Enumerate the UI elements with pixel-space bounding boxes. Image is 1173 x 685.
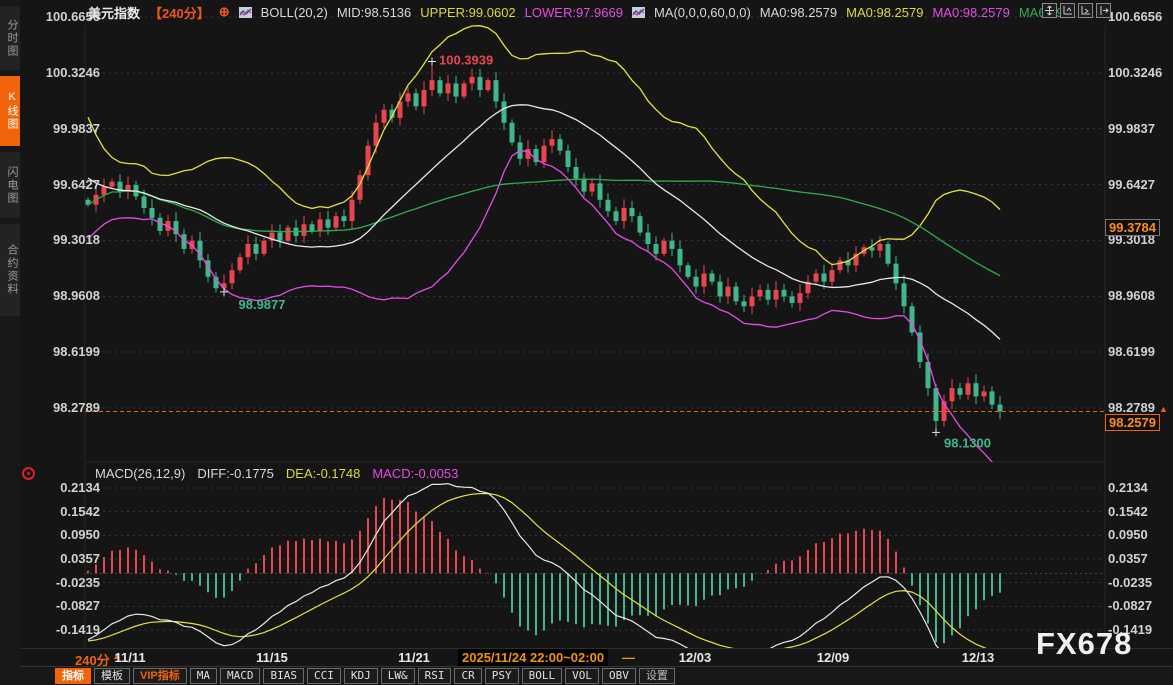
toolbar-button-vip-indicator[interactable]: VIP指标 xyxy=(133,668,187,684)
macd-tick-left: -0.1419 xyxy=(30,622,100,637)
boll-mid-value: MID:98.5136 xyxy=(337,5,411,20)
macd-settings-icon[interactable] xyxy=(22,467,35,480)
indicator-toolbar: 指标模板VIP指标MAMACDBIASCCIKDJLW&RSICRPSYBOLL… xyxy=(0,666,1173,685)
sidebar: 分时图 K线图闪电图合约资料 xyxy=(0,0,20,685)
y-axis-tick-right: 98.6199 xyxy=(1108,344,1155,359)
x-axis-date-label: 12/09 xyxy=(817,650,850,665)
macd-tick-right: -0.0827 xyxy=(1108,598,1152,613)
macd-tick-left: 0.0950 xyxy=(30,527,100,542)
y-axis-tick-left: 99.3018 xyxy=(30,232,100,247)
boll-upper-value: UPPER:99.0602 xyxy=(420,5,515,20)
last-price-badge: 98.2579 xyxy=(1105,414,1160,431)
macd-title: MACD(26,12,9) xyxy=(95,466,185,481)
ma0-value-3: MA0:98.2579 xyxy=(932,5,1009,20)
x-axis-date-label: 11/15 xyxy=(256,650,288,665)
crosshair-dash: — xyxy=(622,650,635,665)
toolbar-button-psy[interactable]: PSY xyxy=(485,668,519,684)
toolbar-button-obv[interactable]: OBV xyxy=(602,668,636,684)
toolbar-button-cci[interactable]: CCI xyxy=(307,668,341,684)
toolbar-button-bias[interactable]: BIAS xyxy=(263,668,304,684)
price-annotation: 98.1300 xyxy=(944,435,991,450)
y-axis-tick-right: 98.9608 xyxy=(1108,288,1155,303)
y-axis-tick-left: 98.6199 xyxy=(30,344,100,359)
macd-tick-left: 0.2134 xyxy=(30,480,100,495)
macd-tick-left: 0.1542 xyxy=(30,504,100,519)
symbol-title: 美元指数 xyxy=(88,3,140,22)
toolbar-button-settings[interactable]: 设置 xyxy=(639,668,675,684)
x-axis-date-label: 11/21 xyxy=(398,650,430,665)
x-axis-date-label: 12/13 xyxy=(962,650,995,665)
macd-diff-value: DIFF:-0.1775 xyxy=(197,466,274,481)
axis-pan-right-icon[interactable] xyxy=(1078,3,1093,18)
x-axis-date-label: 11/11 xyxy=(114,650,145,665)
sidebar-tab-flash-chart[interactable]: 闪电图 xyxy=(0,152,20,218)
boll-label: BOLL(20,2) xyxy=(261,5,328,20)
x-axis-row: 240分 ▲ 11/1111/1511/2112/0312/0912/13 20… xyxy=(0,648,1173,667)
macd-tick-left: -0.0827 xyxy=(30,598,100,613)
chart-header: 美元指数 【240分】 ⊕ BOLL(20,2) MID:98.5136 UPP… xyxy=(88,3,1064,21)
y-axis-tick-left: 99.9837 xyxy=(30,121,100,136)
shift-view-right-icon[interactable] xyxy=(1096,3,1111,18)
macd-header: MACD(26,12,9) DIFF:-0.1775 DEA:-0.1748 M… xyxy=(95,466,458,481)
period-tag: 【240分】 xyxy=(149,3,210,22)
sidebar-tab-time-chart[interactable]: 分时图 xyxy=(0,6,20,70)
crosshair-date-label: 2025/11/24 22:00~02:00 xyxy=(458,649,608,666)
y-axis-tick-right: 100.6656 xyxy=(1108,9,1162,24)
ma0-value-1: MA0:98.2579 xyxy=(760,5,837,20)
chart-canvas[interactable]: 100.3939 98.9877 98.1300 xyxy=(0,0,1173,685)
toolbar-button-boll[interactable]: BOLL xyxy=(522,668,563,684)
macd-tick-right: 0.0950 xyxy=(1108,527,1148,542)
y-axis-tick-right: 100.3246 xyxy=(1108,65,1162,80)
macd-tick-right: 0.0357 xyxy=(1108,551,1148,566)
sidebar-tab-kline-chart[interactable]: K线图 xyxy=(0,76,20,146)
y-axis-tick-right: 98.2789▲ xyxy=(1108,400,1168,415)
link-icon[interactable]: ⊕ xyxy=(219,4,230,20)
macd-macd-value: MACD:-0.0053 xyxy=(372,466,458,481)
toolbar-button-vol[interactable]: VOL xyxy=(565,668,599,684)
toolbar-button-ma[interactable]: MA xyxy=(190,668,217,684)
boll-indicator-icon xyxy=(239,7,252,18)
x-axis-date-label: 12/03 xyxy=(679,650,712,665)
header-toolbar xyxy=(1042,3,1111,18)
macd-dea-value: DEA:-0.1748 xyxy=(286,466,360,481)
y-axis-tick-left: 99.6427 xyxy=(30,177,100,192)
toolbar-button-rsi[interactable]: RSI xyxy=(418,668,452,684)
toolbar-button-template[interactable]: 模板 xyxy=(94,668,130,684)
macd-tick-right: 0.1542 xyxy=(1108,504,1148,519)
toolbar-button-cr[interactable]: CR xyxy=(454,668,481,684)
price-marker-badge: 99.3784 xyxy=(1105,219,1160,236)
toolbar-button-lw[interactable]: LW& xyxy=(381,668,415,684)
ma0-value-2: MA0:98.2579 xyxy=(846,5,923,20)
sidebar-tab-contract-info[interactable]: 合约资料 xyxy=(0,224,20,316)
macd-tick-left: -0.0235 xyxy=(30,575,100,590)
y-axis-tick-right: 99.6427 xyxy=(1108,177,1155,192)
ma-label: MA(0,0,0,60,0,0) xyxy=(654,5,751,20)
price-annotation: 98.9877 xyxy=(239,297,286,312)
ma-indicator-icon xyxy=(632,7,645,18)
toolbar-button-macd[interactable]: MACD xyxy=(220,668,261,684)
y-axis-tick-left: 98.9608 xyxy=(30,288,100,303)
toolbar-button-kdj[interactable]: KDJ xyxy=(344,668,378,684)
macd-tick-right: -0.0235 xyxy=(1108,575,1152,590)
price-alert-arrow-icon: ▲ xyxy=(1159,404,1168,414)
y-axis-tick-left: 98.2789 xyxy=(30,400,100,415)
toolbar-button-indicator[interactable]: 指标 xyxy=(55,668,91,684)
chart-app: 100.3939 98.9877 98.1300 分时图 K线图闪电图合约资料 美元指… xyxy=(0,0,1173,685)
move-tool-icon[interactable] xyxy=(1042,3,1057,18)
boll-lower-value: LOWER:97.9669 xyxy=(525,5,623,20)
y-axis-tick-left: 100.3246 xyxy=(30,65,100,80)
macd-tick-right: 0.2134 xyxy=(1108,480,1148,495)
fx678-watermark: FX678 xyxy=(1036,626,1132,662)
y-axis-tick-right: 99.9837 xyxy=(1108,121,1155,136)
price-annotation: 100.3939 xyxy=(439,53,493,68)
macd-tick-left: 0.0357 xyxy=(30,551,100,566)
axis-zoom-up-icon[interactable] xyxy=(1060,3,1075,18)
